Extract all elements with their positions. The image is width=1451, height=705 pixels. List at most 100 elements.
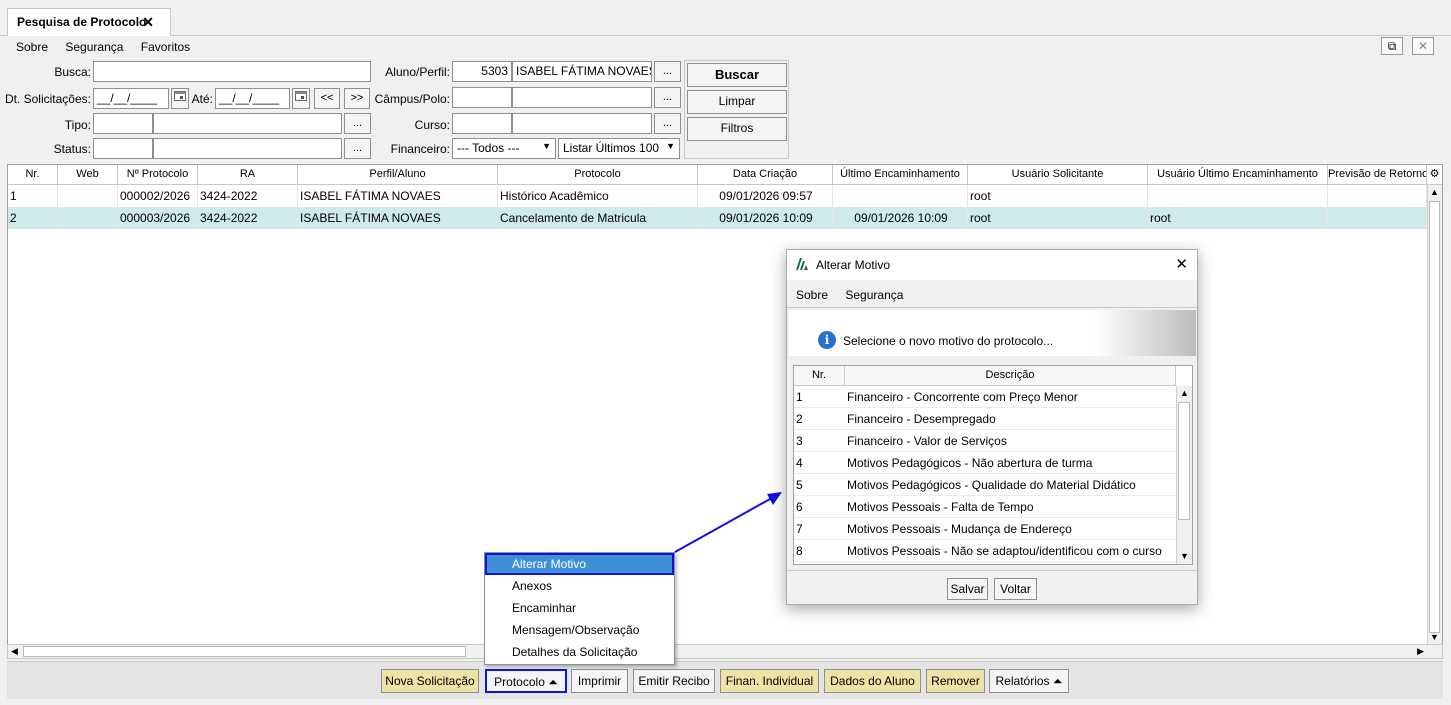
voltar-button[interactable]: Voltar [994,578,1037,600]
column-header-protocolo-n[interactable]: Nº Protocolo [118,165,198,185]
campus-desc-input[interactable] [512,87,652,108]
list-item[interactable]: 6 Motivos Pessoais - Falta de Tempo [794,496,1176,518]
column-header-ra[interactable]: RA [198,165,298,185]
list-item[interactable]: 2 Financeiro - Desempregado [794,408,1176,430]
chevron-left-icon[interactable]: ◀ [11,646,18,657]
financeiro-select[interactable]: --- Todos --- ▼ [452,138,556,159]
column-header-nr[interactable]: Nr. [8,165,58,185]
list-item[interactable]: 5 Motivos Pedagógicos - Qualidade do Mate… [794,474,1176,496]
vertical-scrollbar[interactable]: ▲ ▼ [1427,185,1442,645]
menu-item-detalhes[interactable]: Detalhes da Solicitação [485,641,674,663]
status-desc-input[interactable] [153,138,342,159]
campus-lookup-button[interactable]: ... [654,87,681,108]
imprimir-button[interactable]: Imprimir [571,669,628,693]
cell-protocolo-n: 000003/2026 [118,207,198,229]
remover-button[interactable]: Remover [926,669,985,693]
table-row-selected[interactable]: 2 000003/2026 3424-2022 ISABEL FÁTIMA NO… [8,207,1427,229]
filtros-button[interactable]: Filtros [687,117,787,141]
column-header-nr[interactable]: Nr. [794,366,845,386]
column-header-web[interactable]: Web [58,165,118,185]
status-lookup-button[interactable]: ... [344,138,371,159]
finan-individual-button[interactable]: Finan. Individual [720,669,819,693]
list-item-desc: Motivos Pessoais - Mudança de Endereço [847,522,1072,536]
cell-protocolo: Histórico Acadêmico [498,185,698,207]
settings-icon[interactable]: ⚙ [1427,165,1442,185]
column-header-descricao[interactable]: Descrição [845,366,1176,386]
list-scrollbar[interactable]: ▲ ▼ [1176,386,1192,564]
dialog-menu-seguranca[interactable]: Segurança [845,288,903,302]
buscar-button[interactable]: Buscar [687,63,787,87]
list-item[interactable]: 1 Financeiro - Concorrente com Preço Meno… [794,386,1176,408]
column-header-previsao[interactable]: Previsão de Retorno [1328,165,1427,185]
list-item[interactable]: 7 Motivos Pessoais - Mudança de Endereço [794,518,1176,540]
close-icon[interactable]: ✕ [1175,255,1188,273]
popout-icon[interactable]: ⧉ [1381,37,1403,55]
status-code-input[interactable] [93,138,153,159]
table-row[interactable]: 1 000002/2026 3424-2022 ISABEL FÁTIMA NO… [8,185,1427,207]
list-item[interactable]: 3 Financeiro - Valor de Serviços [794,430,1176,452]
tipo-lookup-button[interactable]: ... [344,113,371,134]
column-header-aluno[interactable]: Perfil/Aluno [298,165,498,185]
date-from-input[interactable]: __/__/____ [93,88,169,109]
cell-criacao: 09/01/2026 09:57 [698,185,833,207]
list-item-desc: Motivos Pedagógicos - Qualidade do Mater… [847,478,1136,492]
calendar-icon[interactable] [292,88,310,109]
list-scroll-thumb[interactable] [1178,402,1190,520]
protocolo-button[interactable]: Protocolo ⏶ [485,669,567,693]
busca-input[interactable] [93,61,371,82]
hscroll-thumb[interactable] [23,646,466,657]
column-header-usuario-ultimo[interactable]: Usuário Último Encaminhamento [1148,165,1328,185]
list-item-nr: 6 [796,500,803,514]
salvar-button[interactable]: Salvar [947,578,988,600]
chevron-down-icon[interactable]: ▼ [1430,632,1439,642]
list-item[interactable]: 8 Motivos Pessoais - Não se adaptou/ident… [794,540,1176,562]
aluno-name-input[interactable]: ISABEL FÁTIMA NOVAES [512,61,652,82]
horizontal-scrollbar[interactable]: ◀ ▶ [7,644,1443,659]
list-item-desc: Motivos Pessoais - Falta de Tempo [847,500,1034,514]
info-banner: i Selecione o novo motivo do protocolo..… [789,310,1196,356]
tab-pesquisa-protocolo[interactable]: Pesquisa de Protocolo ✕ [7,8,171,36]
tab-title: Pesquisa de Protocolo [17,15,147,29]
column-header-solicitante[interactable]: Usuário Solicitante [968,165,1148,185]
menu-item-encaminhar[interactable]: Encaminhar [485,597,674,619]
menu-item-mensagem[interactable]: Mensagem/Observação [485,619,674,641]
prev-period-button[interactable]: << [314,88,340,109]
dialog-menu-sobre[interactable]: Sobre [796,288,828,302]
campus-code-input[interactable] [452,87,512,108]
relatorios-button[interactable]: Relatórios ⏶ [989,669,1069,693]
menu-sobre[interactable]: Sobre [16,40,48,54]
curso-code-input[interactable] [452,113,512,134]
chevron-up-icon[interactable]: ▲ [1430,187,1439,197]
chevron-right-icon[interactable]: ▶ [1417,646,1424,657]
app-logo-icon [795,257,809,274]
menu-item-anexos[interactable]: Anexos [485,575,674,597]
calendar-icon[interactable] [171,88,189,109]
curso-lookup-button[interactable]: ... [654,113,681,134]
listar-select[interactable]: Listar Últimos 100 ▼ [558,138,680,159]
menu-favoritos[interactable]: Favoritos [141,40,190,54]
close-icon[interactable]: ✕ [142,14,154,31]
next-period-button[interactable]: >> [344,88,370,109]
aluno-lookup-button[interactable]: ... [654,61,681,82]
column-header-protocolo[interactable]: Protocolo [498,165,698,185]
tipo-code-input[interactable] [93,113,153,134]
nova-solicitacao-button[interactable]: Nova Solicitação [381,669,479,693]
scroll-thumb[interactable] [1429,201,1440,633]
menu-seguranca[interactable]: Segurança [65,40,123,54]
column-header-ultimo[interactable]: Último Encaminhamento [833,165,968,185]
chevron-down-icon: ▼ [666,141,675,151]
chevron-up-icon[interactable]: ▲ [1180,388,1189,398]
column-header-criacao[interactable]: Data Criação [698,165,833,185]
close-icon[interactable]: ✕ [1412,37,1434,55]
dados-aluno-button[interactable]: Dados do Aluno [824,669,921,693]
list-item-desc: Financeiro - Valor de Serviços [847,434,1007,448]
menu-item-alterar-motivo[interactable]: Alterar Motivo [485,553,674,575]
curso-desc-input[interactable] [512,113,652,134]
limpar-button[interactable]: Limpar [687,90,787,114]
chevron-down-icon[interactable]: ▼ [1180,551,1189,561]
date-to-input[interactable]: __/__/____ [215,88,290,109]
list-item[interactable]: 4 Motivos Pedagógicos - Não abertura de t… [794,452,1176,474]
emitir-recibo-button[interactable]: Emitir Recibo [633,669,715,693]
tipo-desc-input[interactable] [153,113,342,134]
aluno-code-input[interactable]: 5303 [452,61,512,82]
